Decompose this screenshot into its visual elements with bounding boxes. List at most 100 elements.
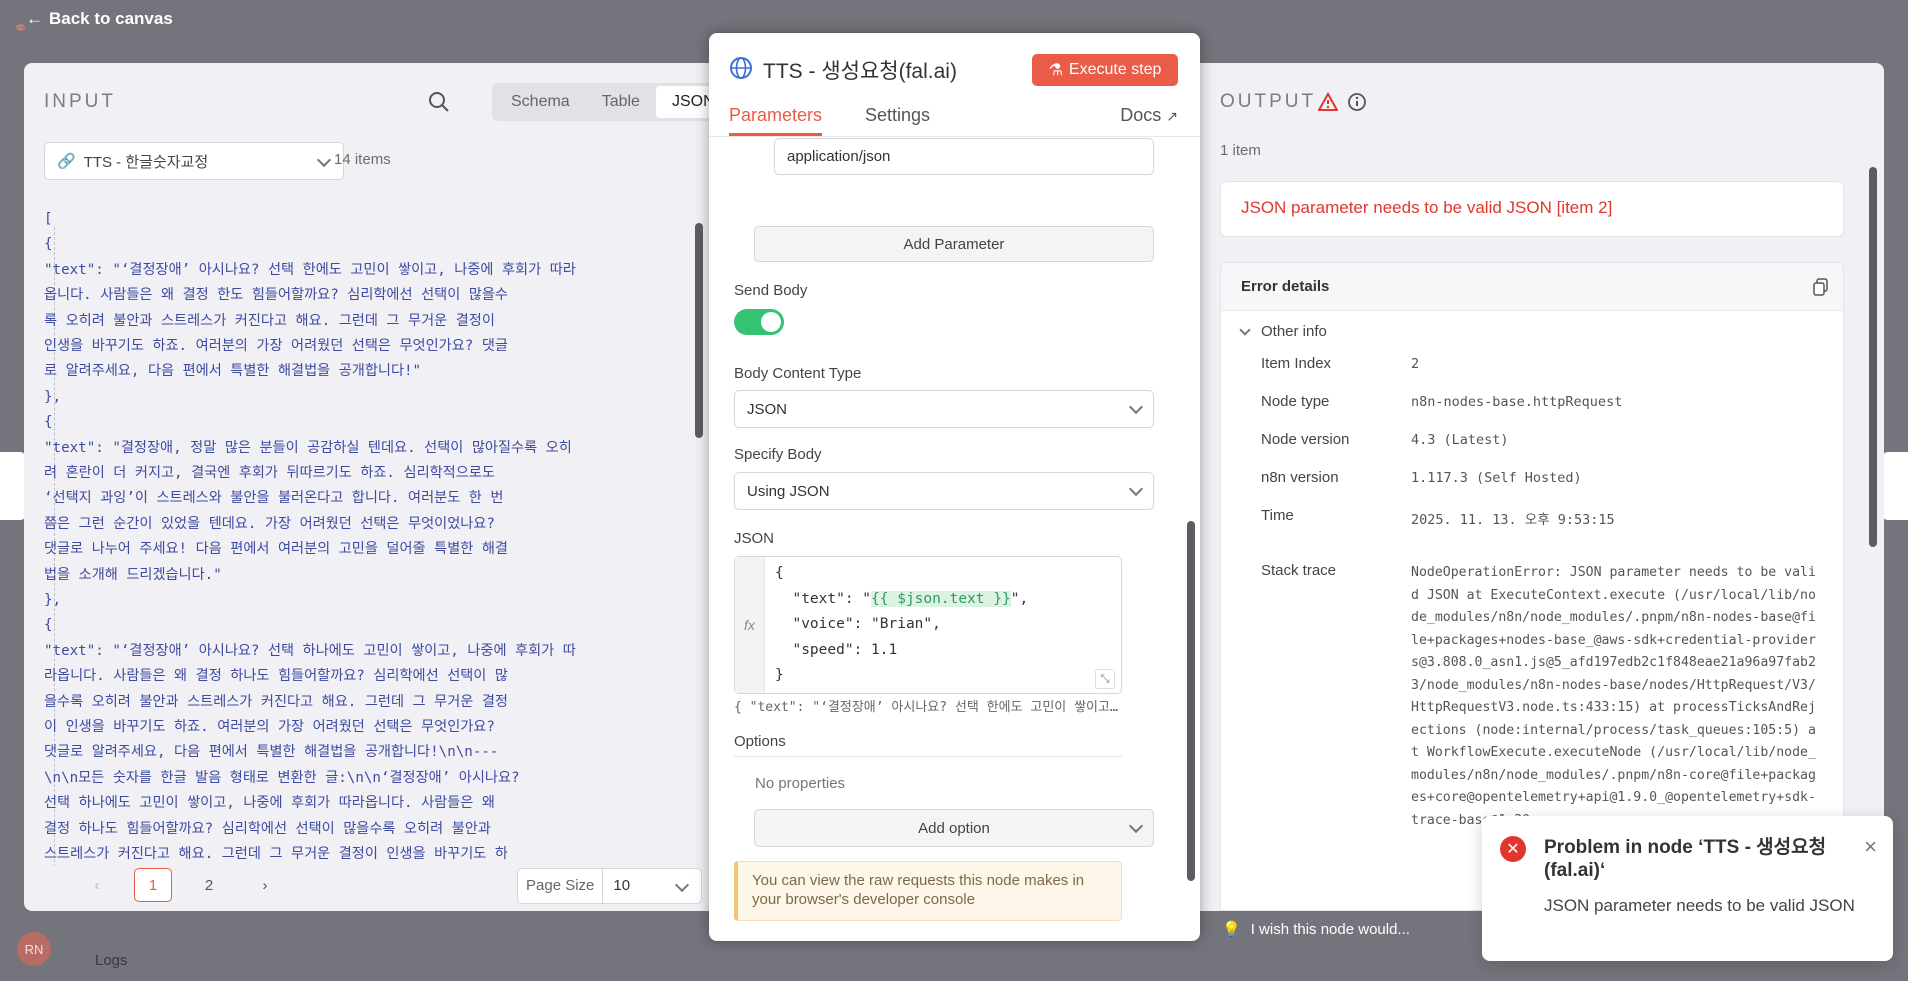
- toast-title: Problem in node ‘TTS - 생성요청(fal.ai)‘: [1544, 837, 1827, 881]
- prev-page-icon[interactable]: ‹: [78, 868, 116, 902]
- output-panel: OUTPUT 1 item JSON parameter needs to be…: [1200, 63, 1884, 911]
- page-1[interactable]: 1: [134, 868, 172, 902]
- copy-icon[interactable]: [1813, 278, 1829, 296]
- detail-key: Time: [1261, 507, 1294, 524]
- error-message: JSON parameter needs to be valid JSON [i…: [1220, 181, 1844, 237]
- json-line: {: [44, 617, 53, 634]
- options-divider: [734, 756, 1122, 757]
- specify-body-select[interactable]: Using JSON: [734, 472, 1154, 510]
- json-view: [ { "text": "‘결정장애’ 아시나요? 선택 한에도 고민이 쌓이고…: [44, 201, 708, 865]
- chevron-down-icon: [1128, 481, 1144, 497]
- input-scrollbar[interactable]: [692, 203, 706, 865]
- add-option-button[interactable]: Add option: [754, 809, 1154, 847]
- view-switcher: Schema Table JSON: [492, 83, 734, 121]
- execute-step-button[interactable]: ⚗ Execute step: [1032, 54, 1178, 86]
- json-line: {: [44, 414, 53, 431]
- send-body-toggle[interactable]: [734, 309, 784, 335]
- pagination: ‹ 1 2 ›: [78, 868, 284, 902]
- chevron-down-icon: [1239, 323, 1251, 336]
- error-details: Error details Other info Item Index 2 Node…: [1220, 262, 1844, 911]
- output-title: OUTPUT: [1220, 91, 1317, 112]
- prev-node-tab[interactable]: [0, 452, 26, 520]
- close-icon[interactable]: ×: [1864, 834, 1877, 860]
- other-info-toggle[interactable]: Other info: [1239, 323, 1327, 340]
- next-page-icon[interactable]: ›: [246, 868, 284, 902]
- detail-key: Node version: [1261, 431, 1350, 448]
- link-icon: 🔗: [57, 153, 76, 170]
- chevron-down-icon: [316, 152, 332, 168]
- json-line: },: [44, 592, 62, 608]
- warning-icon: [1318, 92, 1338, 111]
- input-title: INPUT: [44, 91, 116, 112]
- arrow-left-icon: ←: [26, 9, 43, 28]
- body-content-type-label: Body Content Type: [734, 365, 862, 382]
- fx-icon: fx: [735, 557, 765, 693]
- dev-console-hint: You can view the raw requests this node …: [734, 861, 1122, 921]
- options-label: Options: [734, 733, 786, 750]
- send-body-label: Send Body: [734, 282, 808, 299]
- no-properties: No properties: [755, 775, 846, 792]
- chevron-down-icon: [1128, 818, 1144, 834]
- json-line: "text": "‘결정장애’ 아시나요? 선택 하나에도 고민이 쌓이고, 나…: [44, 642, 576, 659]
- header-value-input[interactable]: application/json: [774, 138, 1154, 175]
- stack-trace: NodeOperationError: JSON parameter needs…: [1411, 565, 1816, 828]
- node-tabs: Parameters Settings Docs ↗: [709, 101, 1200, 137]
- toast-body: JSON parameter needs to be valid JSON: [1544, 896, 1855, 915]
- output-items-count: 1 item: [1220, 142, 1261, 159]
- feedback-link[interactable]: 💡 I wish this node would...: [1222, 920, 1410, 939]
- user-avatar[interactable]: RN: [17, 932, 51, 966]
- detail-key: Item Index: [1261, 355, 1332, 372]
- json-body-editor[interactable]: fx { "text": "{{ $json.text }}", "voice"…: [734, 556, 1122, 694]
- body-content-type-select[interactable]: JSON: [734, 390, 1154, 428]
- parameters-scrollbar[interactable]: [1184, 141, 1198, 941]
- expand-editor-icon[interactable]: ⤡: [1095, 669, 1115, 689]
- stack-trace-label: Stack trace: [1261, 562, 1337, 579]
- input-node-select[interactable]: 🔗 TTS - 한글숫자교정: [44, 142, 344, 180]
- next-node-tab[interactable]: [1882, 452, 1908, 520]
- json-line: 쯤은 그런 순간이 있었을 텐데요. 가장 어려웠던 선택은 무엇이었나요?: [44, 515, 495, 532]
- flask-icon: ⚗: [1048, 62, 1063, 79]
- json-line: 댓글로 나누어 주세요! 다음 편에서 여러분의 고민을 덜어줄 특별한 해결: [44, 541, 508, 558]
- node-title[interactable]: TTS - 생성요청(fal.ai): [763, 55, 957, 85]
- detail-value: 1.117.3 (Self Hosted): [1411, 470, 1582, 486]
- json-line: 을수록 오히려 불안과 스트레스가 커진다고 해요. 그런데 그 무거운 결정: [44, 693, 508, 710]
- detail-key: n8n version: [1261, 469, 1339, 486]
- detail-key: Node type: [1261, 393, 1330, 410]
- view-table[interactable]: Table: [586, 86, 656, 118]
- docs-link[interactable]: Docs ↗: [1120, 105, 1178, 126]
- json-line: "text": "‘결정장애’ 아시나요? 선택 한에도 고민이 쌓이고, 나중…: [44, 261, 576, 278]
- json-line: 록 오히려 불안과 스트레스가 커진다고 해요. 그런데 그 무거운 결정이: [44, 312, 495, 329]
- node-parameters-panel: TTS - 생성요청(fal.ai) ⚗ Execute step Paramet…: [709, 33, 1200, 941]
- back-to-canvas-link[interactable]: ← Back to canvas: [26, 9, 173, 29]
- json-line: \n\n모든 숫자를 한글 발음 형태로 변환한 글:\n\n‘결정장애’ 아시…: [44, 769, 520, 786]
- tab-settings[interactable]: Settings: [865, 105, 930, 126]
- json-line: "text": "결정장애, 정말 많은 분들이 공감하실 텐데요. 선택이 많…: [44, 439, 572, 456]
- search-icon[interactable]: [428, 91, 450, 113]
- detail-value: 2: [1411, 356, 1420, 372]
- items-count: 14 items: [334, 151, 391, 168]
- globe-icon: [730, 57, 752, 79]
- detail-value: 2025. 11. 13. 오후 9:53:15: [1411, 512, 1615, 528]
- json-line: 로 알려주세요, 다음 편에서 특별한 해결법을 공개합니다!": [44, 363, 422, 380]
- json-line: 라옵니다. 사람들은 왜 결정 하나도 힘들어할까요? 심리학에선 선택이 많: [44, 668, 508, 685]
- output-scrollbar[interactable]: [1866, 153, 1880, 913]
- info-icon[interactable]: [1347, 92, 1367, 112]
- json-body-code[interactable]: { "text": "{{ $json.text }}", "voice": "…: [775, 561, 1028, 689]
- json-line: {: [44, 236, 53, 253]
- json-line: },: [44, 388, 62, 405]
- json-line: [: [44, 211, 53, 227]
- specify-body-label: Specify Body: [734, 446, 822, 463]
- expression-preview: { "text": "‘결정장애’ 아시나요? 선택 한에도 고민이 쌓이고, …: [734, 700, 1122, 715]
- json-line: ‘선택지 과잉’이 스트레스와 불안을 불러온다고 합니다. 여러분도 한 번: [44, 490, 504, 507]
- add-parameter-button[interactable]: Add Parameter: [754, 226, 1154, 262]
- page-size-select[interactable]: Page Size 10: [517, 868, 702, 904]
- error-details-title: Error details: [1221, 263, 1843, 311]
- page-2[interactable]: 2: [190, 868, 228, 902]
- json-line: 옵니다. 사람들은 왜 결정 한도 힘들어할까요? 심리학에선 선택이 많을수: [44, 287, 508, 304]
- error-icon: ✕: [1500, 836, 1526, 862]
- tab-parameters[interactable]: Parameters: [729, 105, 823, 136]
- json-line: 선택 하나에도 고민이 쌓이고, 나중에 후회가 따라옵니다. 사람들은 왜: [44, 795, 495, 812]
- logs-label: Logs: [95, 952, 128, 969]
- view-schema[interactable]: Schema: [495, 86, 586, 118]
- json-line: 인생을 바꾸기도 하죠. 여러분의 가장 어려웠던 선택은 무엇인가요? 댓글: [44, 338, 508, 354]
